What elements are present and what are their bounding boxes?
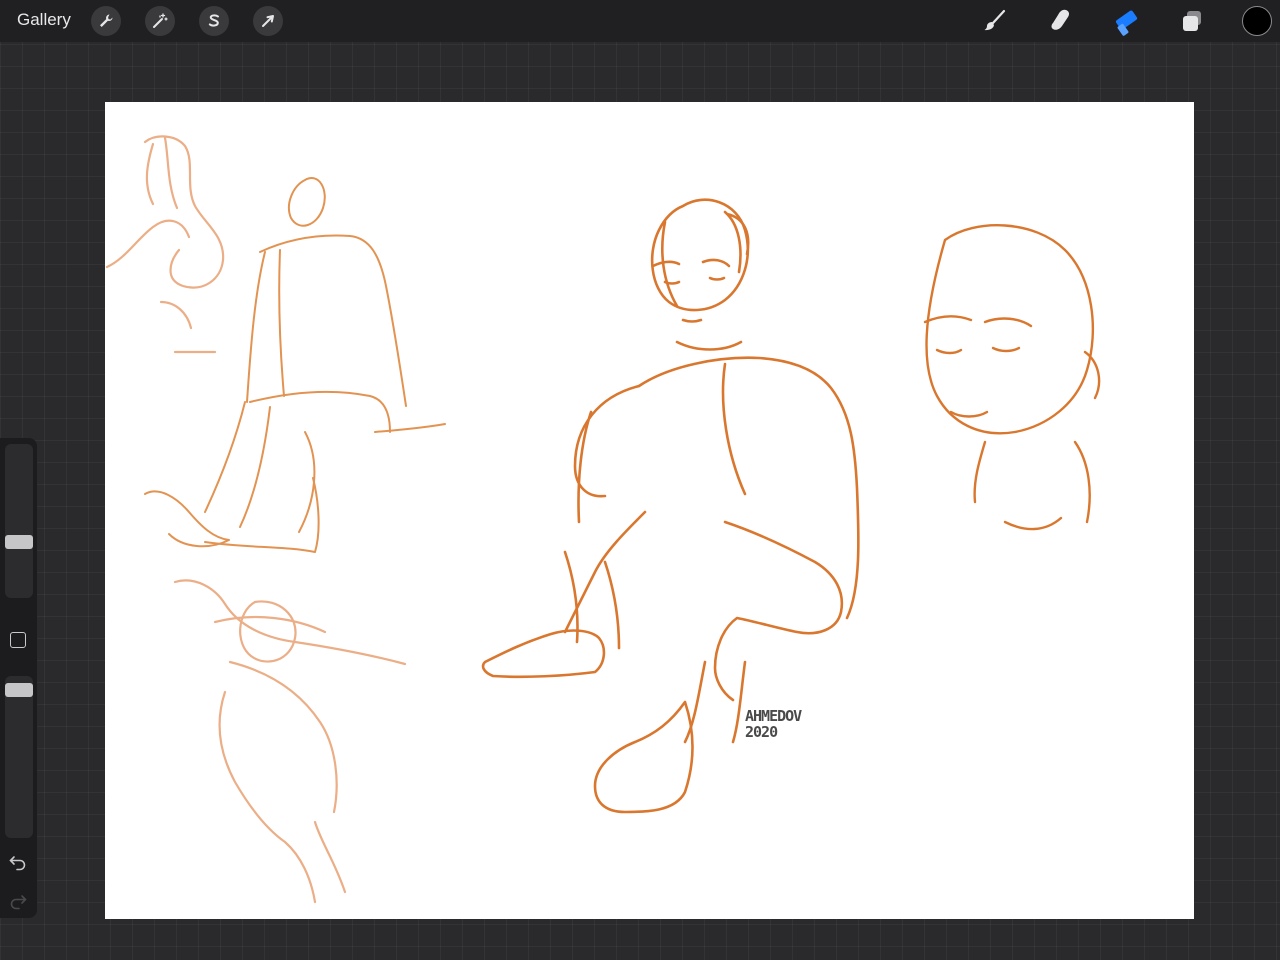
brush-icon bbox=[984, 9, 1006, 31]
opacity-slider[interactable] bbox=[5, 676, 33, 838]
selection-s-icon bbox=[208, 14, 219, 27]
brush-size-slider[interactable] bbox=[5, 444, 33, 598]
gesture-sketch-crouching bbox=[105, 135, 225, 354]
modify-button[interactable] bbox=[10, 632, 26, 648]
portrait-head-sketch bbox=[923, 224, 1101, 531]
top-toolbar: Gallery bbox=[0, 0, 1280, 42]
artist-signature: AHMEDOV 2020 bbox=[745, 707, 802, 741]
arrow-cursor-icon bbox=[262, 15, 274, 27]
eraser-icon bbox=[1115, 10, 1138, 36]
gallery-button[interactable]: Gallery bbox=[17, 10, 71, 30]
brush-tool[interactable] bbox=[979, 5, 1011, 37]
wrench-icon bbox=[100, 14, 113, 27]
gesture-sketch-seated bbox=[144, 177, 446, 553]
signature-year: 2020 bbox=[745, 723, 778, 741]
gesture-sketch-reaching bbox=[173, 579, 407, 904]
undo-icon[interactable] bbox=[8, 852, 28, 872]
selection-button[interactable] bbox=[199, 6, 229, 36]
color-picker-button[interactable] bbox=[1242, 6, 1272, 36]
redo-icon[interactable] bbox=[8, 891, 28, 911]
left-sidebar bbox=[0, 438, 37, 918]
sketch-artwork bbox=[105, 135, 1101, 904]
drawing-canvas[interactable]: AHMEDOV 2020 bbox=[105, 102, 1194, 919]
adjustments-button[interactable] bbox=[145, 6, 175, 36]
opacity-thumb[interactable] bbox=[5, 683, 33, 698]
smudge-tool[interactable] bbox=[1044, 5, 1076, 37]
brush-size-thumb[interactable] bbox=[5, 535, 33, 549]
actions-button[interactable] bbox=[91, 6, 121, 36]
layers-icon bbox=[1183, 11, 1201, 31]
eraser-tool[interactable] bbox=[1110, 5, 1142, 37]
smudge-finger-icon bbox=[1051, 9, 1070, 30]
signature-name: AHMEDOV bbox=[745, 707, 802, 725]
magic-wand-icon bbox=[153, 13, 168, 28]
transform-button[interactable] bbox=[253, 6, 283, 36]
layers-tool[interactable] bbox=[1176, 5, 1208, 37]
main-figure-sketch bbox=[481, 198, 860, 814]
